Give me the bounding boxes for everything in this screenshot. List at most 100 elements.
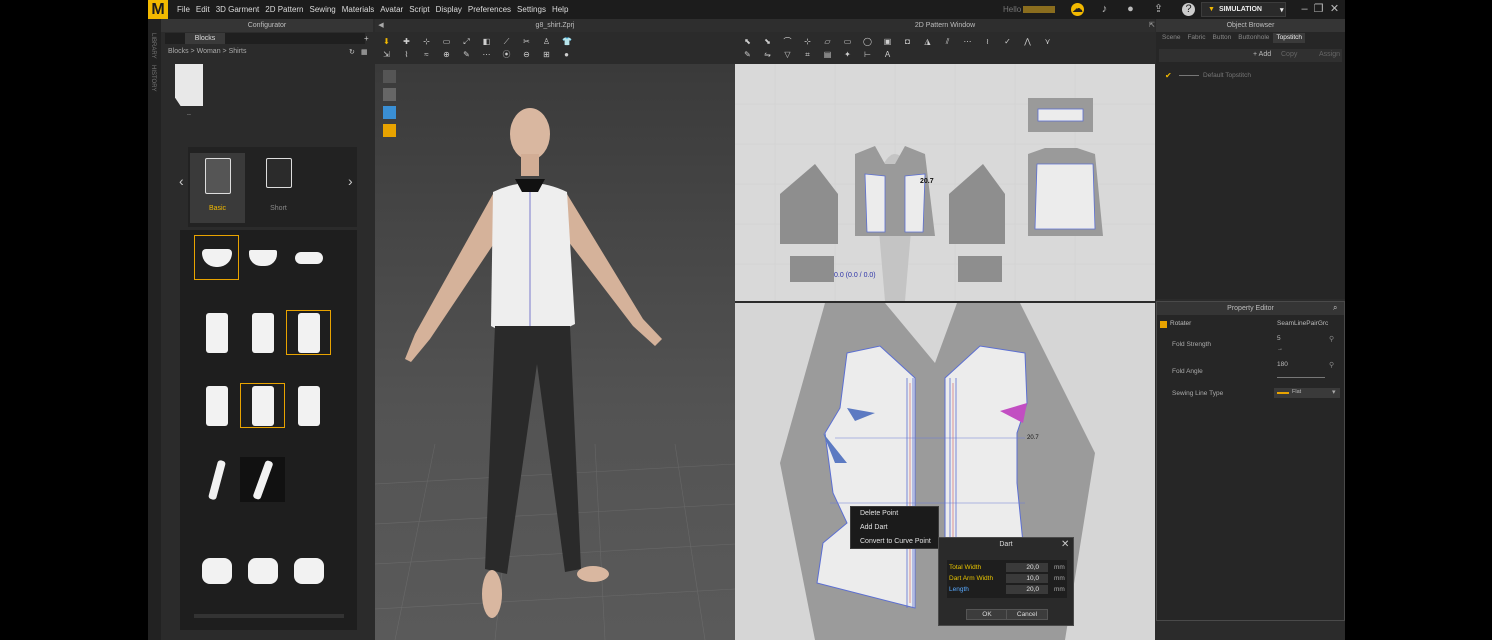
share-icon[interactable]: ⇪ xyxy=(1152,3,1165,16)
menu-avatar[interactable]: Avatar xyxy=(377,5,406,14)
menu-settings[interactable]: Settings xyxy=(514,5,549,14)
menu-script[interactable]: Script xyxy=(406,5,432,14)
speaker-icon[interactable]: ♪ xyxy=(1098,3,1111,16)
cuff-option-3[interactable] xyxy=(286,548,331,593)
fold-icon[interactable]: ◧ xyxy=(482,37,491,46)
pattern-overview-canvas[interactable] xyxy=(735,64,1155,301)
rect-pin-icon[interactable]: ▭ xyxy=(442,37,451,46)
chevron-right-icon[interactable]: › xyxy=(348,173,353,189)
back-option-2[interactable] xyxy=(240,383,285,428)
menu-display[interactable]: Display xyxy=(433,5,465,14)
add-button[interactable]: + Add xyxy=(1253,51,1271,58)
notch-icon[interactable]: ▽ xyxy=(783,50,792,59)
refresh-icon[interactable]: ↻ xyxy=(349,48,355,56)
search-icon[interactable]: ⌕ xyxy=(1333,303,1337,313)
pin-tool-icon[interactable]: ⊹ xyxy=(422,37,431,46)
trace-icon[interactable]: ✎ xyxy=(743,50,752,59)
cuff-left-piece[interactable] xyxy=(790,256,834,282)
cuff-right-piece[interactable] xyxy=(958,256,1002,282)
seam-icon[interactable]: ⫽ xyxy=(943,37,952,46)
edit-point-icon[interactable]: ⬊ xyxy=(763,37,772,46)
placket-option-2[interactable] xyxy=(240,457,285,502)
tab-library[interactable]: LIBRARY xyxy=(150,33,156,59)
tape-icon[interactable]: ✂ xyxy=(522,37,531,46)
add-icon[interactable]: + xyxy=(364,34,369,43)
menu-preferences[interactable]: Preferences xyxy=(465,5,514,14)
viewport-3d[interactable] xyxy=(375,64,735,640)
cancel-button[interactable]: Cancel xyxy=(1006,609,1048,620)
back-option-3[interactable] xyxy=(286,383,331,428)
chevron-left-icon[interactable]: ‹ xyxy=(179,173,184,189)
fold-angle-value[interactable]: 180 xyxy=(1277,361,1288,368)
collapse-left-icon[interactable]: ◀ xyxy=(375,19,387,32)
texture-edit-icon[interactable]: ▤ xyxy=(823,50,832,59)
tuck-icon[interactable]: ⋎ xyxy=(1043,37,1052,46)
menu-add-dart[interactable]: Add Dart xyxy=(851,521,938,535)
user-icon[interactable]: ● xyxy=(1124,3,1137,16)
checkbox-rotater[interactable] xyxy=(1160,321,1167,328)
close-icon[interactable]: ✕ xyxy=(1328,3,1341,16)
edit-curve-icon[interactable]: ⌒ xyxy=(783,37,792,46)
circle-icon[interactable]: ◯ xyxy=(863,37,872,46)
assign-button[interactable]: Assign xyxy=(1319,51,1340,58)
free-sew-icon[interactable]: ≀ xyxy=(983,37,992,46)
collar-option-3[interactable] xyxy=(286,235,331,280)
graphic-icon[interactable]: ✦ xyxy=(843,50,852,59)
expand-icon[interactable]: ⇱ xyxy=(1149,19,1155,32)
topstitch-icon[interactable]: ⋯ xyxy=(482,50,491,59)
avatar-figure[interactable] xyxy=(375,64,735,640)
sleeve-left-piece[interactable] xyxy=(780,164,838,244)
pleat-icon[interactable]: ⋀ xyxy=(1023,37,1032,46)
menu-convert-curve-point[interactable]: Convert to Curve Point xyxy=(851,535,938,549)
menu-3d-garment[interactable]: 3D Garment xyxy=(213,5,263,14)
collar-option-2[interactable] xyxy=(240,235,285,280)
menu-file[interactable]: File xyxy=(174,5,193,14)
simulation-toggle[interactable]: ▼ SIMULATION ▾ xyxy=(1201,2,1286,17)
move-tool-icon[interactable]: ⬇ xyxy=(382,37,391,46)
dart-arm-width-input[interactable]: 10,0 xyxy=(1006,574,1048,583)
tab-button[interactable]: Button xyxy=(1210,33,1235,43)
tab-history[interactable]: HISTORY xyxy=(150,65,156,91)
steam-icon[interactable]: ≈ xyxy=(422,50,431,59)
pattern-view-overview[interactable]: 20.7 0.0 (0.0 / 0.0) xyxy=(735,64,1155,301)
slider-arrow-icon[interactable]: → xyxy=(1277,346,1283,352)
internal-polygon-icon[interactable]: ▣ xyxy=(883,37,892,46)
back-option-1[interactable] xyxy=(194,383,239,428)
cuff-option-1[interactable] xyxy=(194,548,239,593)
pin-icon[interactable]: ⚲ xyxy=(1329,361,1334,369)
shirt-icon[interactable]: 👕 xyxy=(562,37,572,46)
record-icon[interactable]: ● xyxy=(562,50,571,59)
style-short[interactable]: Short xyxy=(251,153,306,223)
menu-sewing[interactable]: Sewing xyxy=(307,5,339,14)
offset-icon[interactable]: ⇋ xyxy=(763,50,772,59)
style-basic[interactable]: Basic xyxy=(190,153,245,223)
zipper-icon[interactable]: ⊞ xyxy=(542,50,551,59)
menu-delete-point[interactable]: Delete Point xyxy=(851,507,938,521)
grading-icon[interactable]: ⌗ xyxy=(803,50,812,59)
help-icon[interactable]: ? xyxy=(1182,3,1195,16)
sleeve-right-piece[interactable] xyxy=(949,164,1005,244)
menu-materials[interactable]: Materials xyxy=(339,5,377,14)
body-option-3[interactable] xyxy=(286,310,331,355)
grid-icon[interactable]: ▦ xyxy=(361,48,368,56)
cuff-option-2[interactable] xyxy=(240,548,285,593)
length-input[interactable]: 20,0 xyxy=(1006,585,1048,594)
folder-icon[interactable] xyxy=(175,64,203,106)
measure-icon[interactable]: ⟋ xyxy=(502,37,511,46)
placket-option-1[interactable] xyxy=(194,457,239,502)
body-option-2[interactable] xyxy=(240,310,285,355)
cloud-icon[interactable]: ☁ xyxy=(1071,3,1084,16)
select-tool-icon[interactable]: ✚ xyxy=(402,37,411,46)
sew-icon[interactable]: ⌇ xyxy=(402,50,411,59)
menu-2d-pattern[interactable]: 2D Pattern xyxy=(262,5,306,14)
buttonhole-icon[interactable]: ⊖ xyxy=(522,50,531,59)
pin-icon[interactable]: ⚲ xyxy=(1329,335,1334,343)
copy-button[interactable]: Copy xyxy=(1281,51,1297,58)
avatar-icon[interactable]: ♙ xyxy=(542,37,551,46)
add-point-icon[interactable]: ⊹ xyxy=(803,37,812,46)
tab-fabric[interactable]: Fabric xyxy=(1184,33,1208,43)
segment-sew-icon[interactable]: ⋯ xyxy=(963,37,972,46)
transform-icon[interactable]: ⤢ xyxy=(462,37,471,46)
fold-strength-value[interactable]: 5 xyxy=(1277,335,1281,342)
arrange-icon[interactable]: ⇲ xyxy=(382,50,391,59)
